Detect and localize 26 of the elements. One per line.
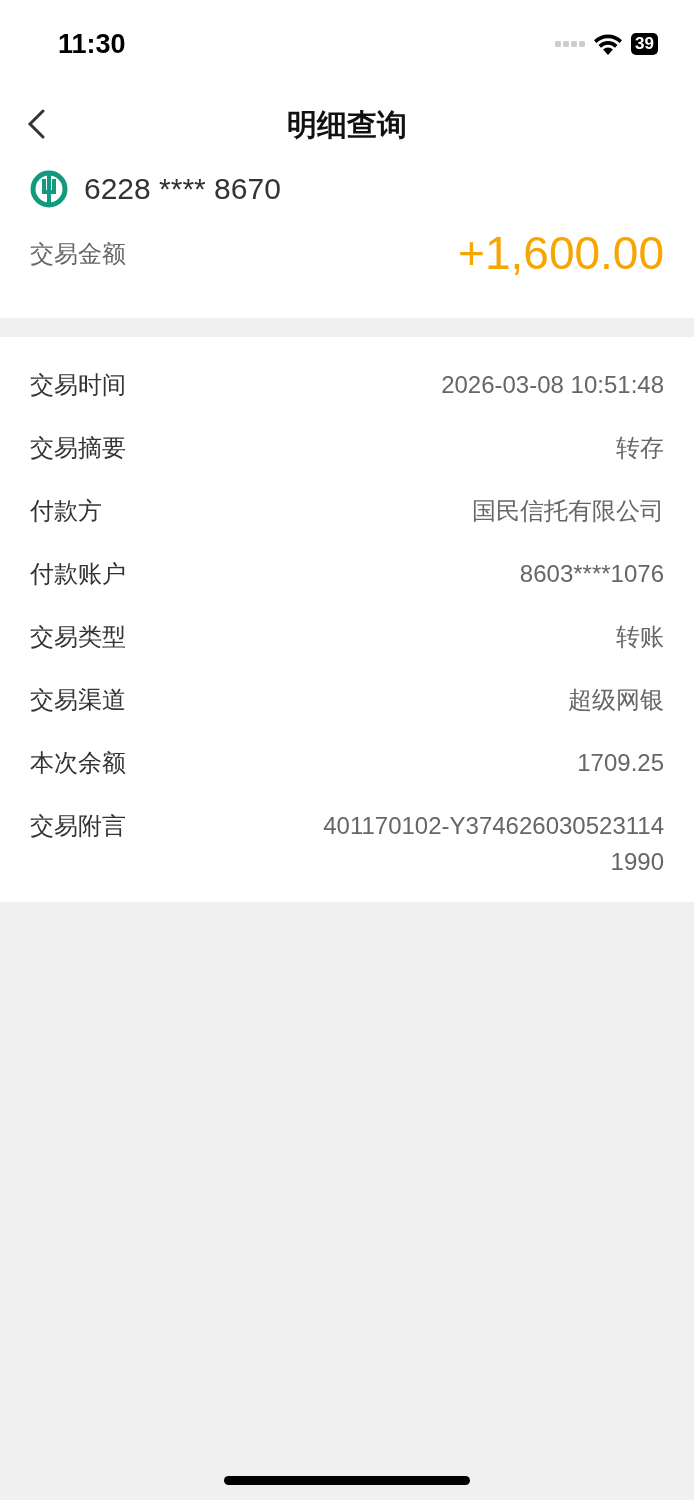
detail-label: 交易附言: [30, 811, 126, 841]
detail-value: 国民信托有限公司: [472, 496, 664, 526]
back-button[interactable]: [26, 108, 46, 140]
detail-value: 8603****1076: [519, 559, 664, 589]
detail-label: 交易渠道: [30, 685, 126, 715]
amount-label: 交易金额: [30, 238, 126, 269]
status-time: 11:30: [58, 27, 126, 61]
signal-icon: [555, 41, 586, 47]
wifi-icon: [593, 33, 624, 55]
detail-label: 交易时间: [30, 370, 126, 400]
detail-value: 2026-03-08 10:51:48: [441, 370, 664, 400]
detail-value: 超级网银: [568, 685, 664, 715]
page-title: 明细查询: [287, 106, 407, 143]
detail-value: 401170102-Y374626030523114 1990: [322, 811, 664, 877]
detail-label: 付款账户: [30, 559, 126, 589]
detail-label: 交易摘要: [30, 433, 126, 463]
detail-value: 转账: [616, 622, 664, 652]
detail-label: 本次余额: [30, 748, 126, 778]
battery-level: 39: [631, 33, 658, 55]
detail-value: 1709.25: [577, 748, 664, 778]
bank-logo-icon: [30, 169, 68, 208]
detail-label: 付款方: [30, 496, 102, 526]
detail-label: 交易类型: [30, 622, 126, 652]
account-number: 6228 **** 8670: [84, 171, 281, 207]
detail-value: 转存: [616, 433, 664, 463]
amount-value: +1,600.00: [458, 226, 664, 281]
